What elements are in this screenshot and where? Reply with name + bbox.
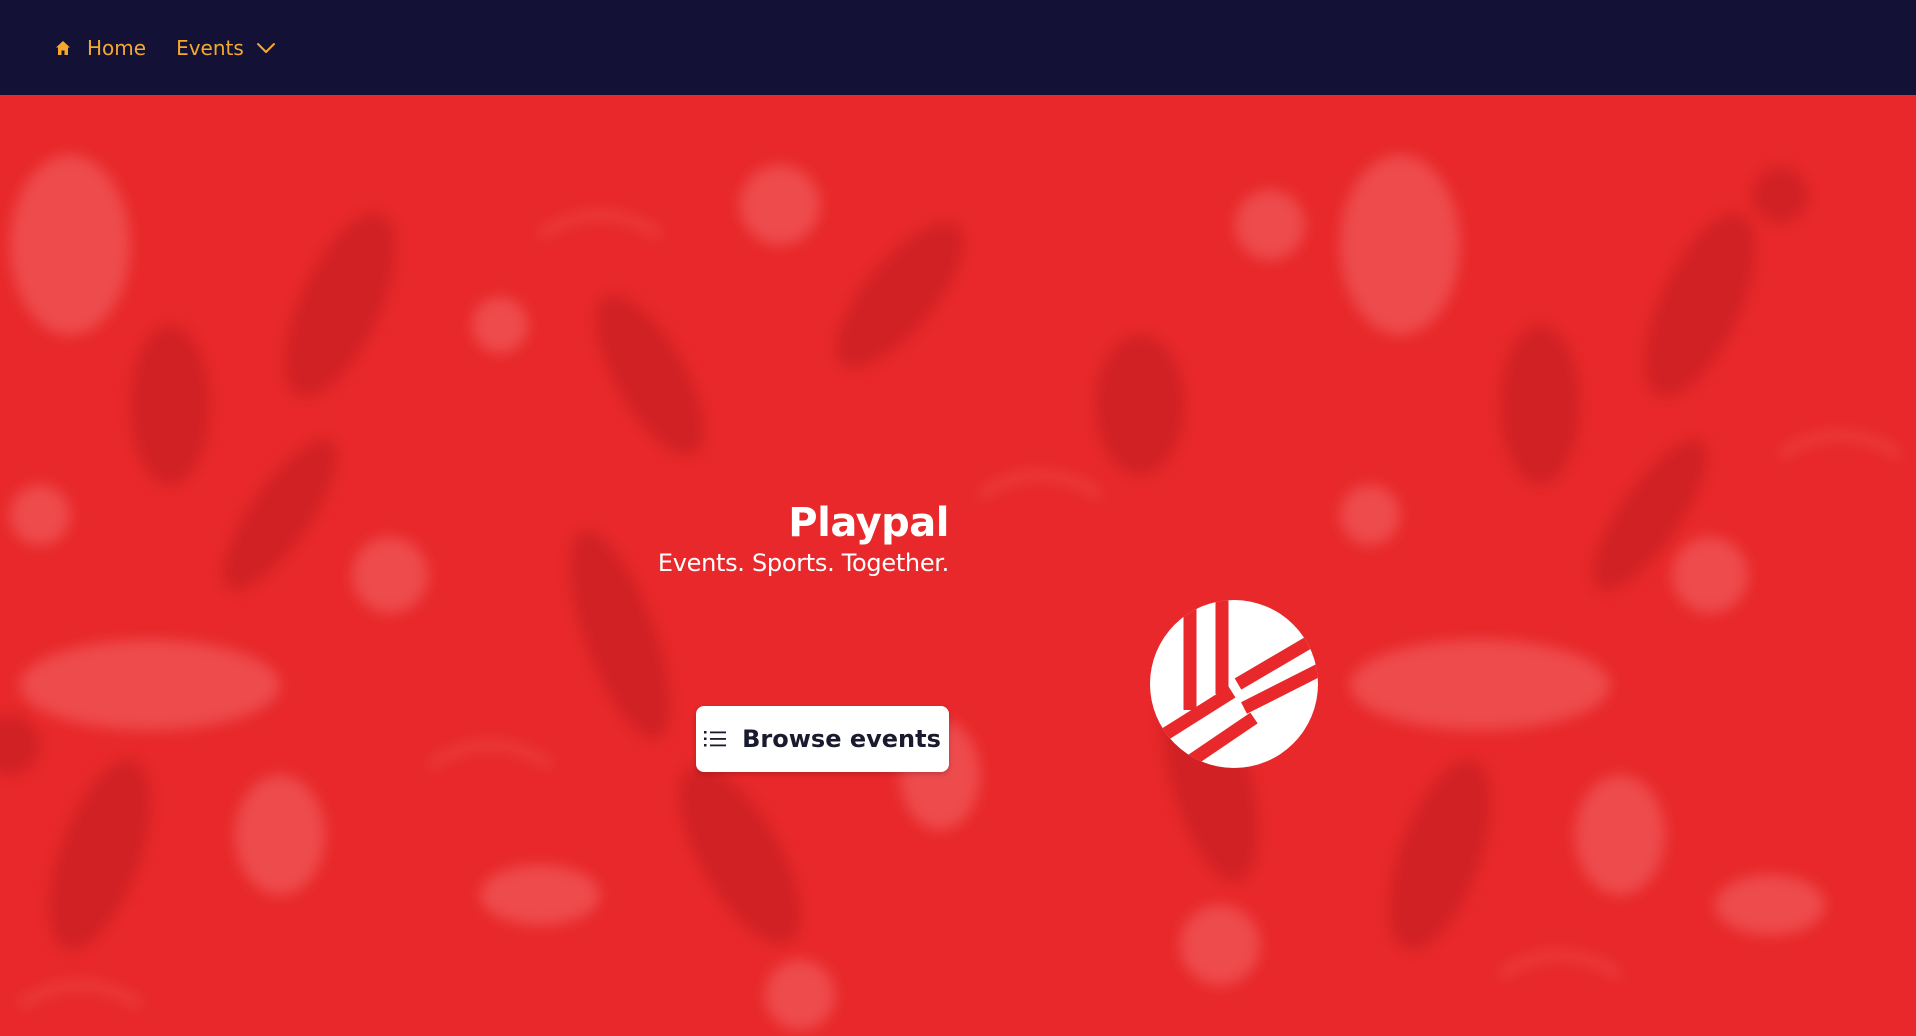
volleyball-logo-icon: [1150, 600, 1318, 768]
nav-home-link[interactable]: Home: [55, 36, 146, 60]
list-icon: [704, 730, 727, 748]
brand-title: Playpal: [788, 500, 949, 546]
browse-events-button[interactable]: Browse events: [696, 706, 949, 772]
nav-home-label: Home: [87, 35, 147, 60]
chevron-down-icon: [256, 42, 276, 54]
nav-events-label: Events: [176, 35, 244, 60]
hero-section: Playpal Events. Sports. Together. Browse…: [0, 95, 1916, 1036]
home-icon: [55, 40, 71, 56]
brand-block: Playpal Events. Sports. Together.: [657, 500, 950, 580]
nav-events-dropdown[interactable]: Events: [176, 36, 276, 60]
top-navbar: Home Events: [0, 0, 1916, 95]
brand-tagline: Events. Sports. Together.: [657, 549, 949, 577]
browse-events-label: Browse events: [742, 725, 941, 753]
hero-content: Playpal Events. Sports. Together. Browse…: [0, 95, 1916, 1036]
